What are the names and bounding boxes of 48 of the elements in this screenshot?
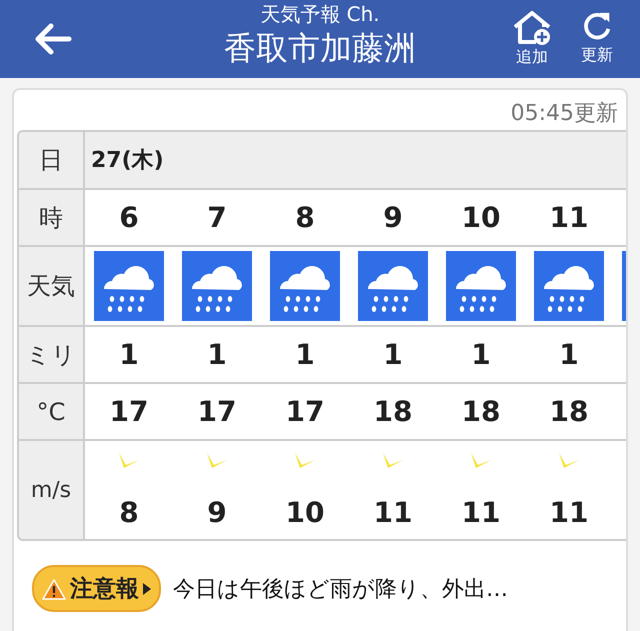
house-plus-icon [512,10,552,46]
caret-icon [143,582,151,594]
wind-speed: 9 [207,496,227,530]
wind-speed: 11 [374,496,412,530]
advisory-badge[interactable]: 注意報 [32,565,161,612]
warning-icon [42,578,66,600]
hour-value: 9 [383,201,403,234]
hour-value: 11 [550,201,588,234]
location-title: 香取市加藤洲 [224,28,416,69]
date-cell: 27(木) [85,132,626,190]
hour-value: 8 [295,201,315,234]
wind-speed: 8 [119,496,139,530]
update-time: 05:45更新 [510,100,619,128]
rain-cloud-icon [358,251,428,321]
temperature-value: 18 [462,395,500,428]
rain-value: 1 [559,338,579,371]
add-button[interactable]: 追加 [512,10,552,68]
rain-value: 1 [471,338,491,371]
hour-value: 6 [119,201,139,234]
row-label: °C [19,384,85,441]
rain-value: 1 [207,338,227,371]
rain-value: 1 [295,338,315,371]
rain-value: 1 [383,338,403,371]
wind-speed: 11 [550,496,588,530]
app-name: 天気予報 Ch. [260,2,380,26]
row-label: 時 [19,190,85,247]
row-label: m/s [19,441,85,539]
temperature-value: 17 [110,395,148,428]
rain-cloud-icon [270,251,340,321]
temperature-value: 18 [374,395,412,428]
rain-cloud-icon [446,251,516,321]
wind-speed: 10 [286,496,324,530]
temperature-value: 17 [286,395,324,428]
row-label: 日 [19,132,85,190]
row-label: 天気 [19,247,85,327]
hour-value: 7 [207,201,227,234]
temperature-value: 17 [198,395,236,428]
row-label: ミリ [19,327,85,384]
wind-speed: 11 [462,496,500,530]
back-arrow-icon[interactable] [33,22,73,56]
temperature-value: 18 [550,395,588,428]
advisory-text[interactable]: 今日は午後ほど雨が降り、外出… [173,574,508,604]
rain-cloud-icon [94,251,164,321]
rain-cloud-icon [534,251,604,321]
refresh-button[interactable]: 更新 [580,10,614,68]
hour-value: 10 [462,201,500,234]
rain-value: 1 [119,338,139,371]
rain-cloud-icon [182,251,252,321]
